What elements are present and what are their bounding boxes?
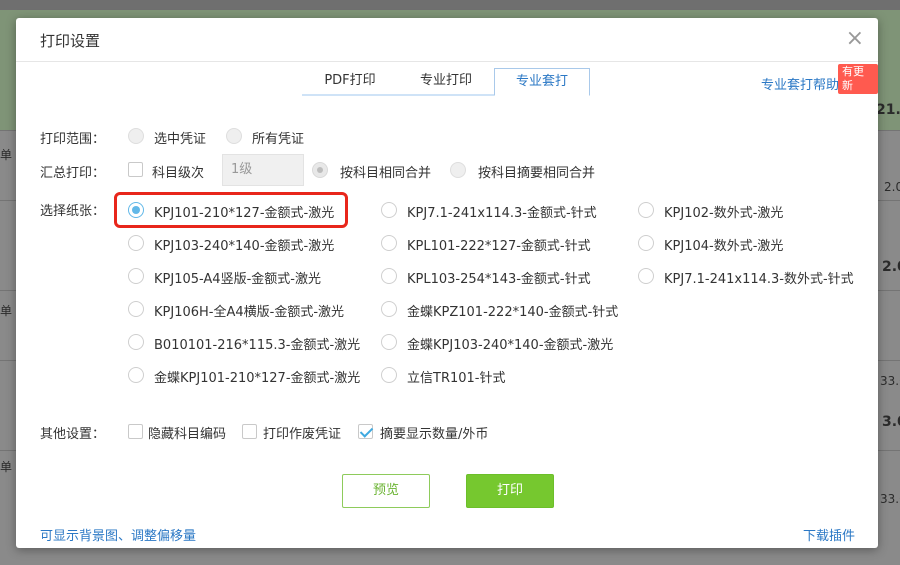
background-text: 3.0 [882, 414, 900, 430]
print-button[interactable]: 打印 [466, 474, 554, 508]
background-text: 单 [0, 148, 13, 162]
radio-selected-vouchers[interactable] [128, 128, 144, 144]
print-void-vouchers-checkbox[interactable] [242, 424, 257, 439]
radio-merge-by-subject[interactable] [312, 162, 328, 178]
paper-option-label: KPJ106H-全A4横版-金额式-激光 [154, 305, 345, 320]
download-plugin-link[interactable]: 下载插件 [803, 525, 855, 544]
paper-option-label: KPJ103-240*140-金额式-激光 [154, 239, 335, 254]
radio-label: 按科目摘要相同合并 [478, 166, 596, 181]
dialog-header: 打印设置 × [16, 18, 878, 62]
paper-option-label: 金蝶KPJ103-240*140-金额式-激光 [407, 338, 614, 353]
background-text: 2.0 [882, 259, 900, 275]
background-topbar [0, 0, 900, 10]
radio-paper-kpj7-1-numeric[interactable] [638, 268, 654, 284]
radio-paper-kpj7-1-dot[interactable] [381, 202, 397, 218]
radio-paper-lixin-tr101[interactable] [381, 367, 397, 383]
radio-all-vouchers[interactable] [226, 128, 242, 144]
tab-pro-print[interactable]: 专业打印 [398, 68, 494, 96]
background-text: 33.0 [880, 492, 900, 506]
tab-pdf-print[interactable]: PDF打印 [302, 68, 398, 96]
background-text: 21.0 [876, 102, 900, 118]
background-offset-link[interactable]: 可显示背景图、调整偏移量 [40, 525, 196, 544]
paper-option-label: KPJ102-数外式-激光 [664, 206, 784, 221]
dialog-title: 打印设置 [40, 32, 101, 50]
template-help-link[interactable]: 专业套打帮助 [761, 74, 839, 93]
radio-paper-kingdee-kpj103[interactable] [381, 334, 397, 350]
background-text: 单 [0, 304, 13, 318]
background-text: 33.0 [880, 374, 900, 388]
radio-paper-kpl103[interactable] [381, 268, 397, 284]
subject-level-select[interactable]: 1级 [222, 154, 304, 186]
paper-option-label: 金蝶KPZ101-222*140-金额式-针式 [407, 305, 619, 320]
radio-paper-kingdee-kpj101[interactable] [128, 367, 144, 383]
radio-label: 选中凭证 [154, 132, 207, 147]
paper-select-label: 选择纸张： [40, 204, 106, 219]
preview-button[interactable]: 预览 [342, 474, 430, 508]
paper-option-label: KPJ7.1-241x114.3-数外式-针式 [664, 272, 854, 287]
radio-merge-by-subject-summary[interactable] [450, 162, 466, 178]
radio-paper-kpj105[interactable] [128, 268, 144, 284]
paper-option-label: KPL101-222*127-金额式-针式 [407, 239, 591, 254]
checkbox-label: 科目级次 [152, 166, 205, 181]
radio-paper-kpj106h[interactable] [128, 301, 144, 317]
radio-paper-kpj101[interactable] [128, 202, 144, 218]
radio-paper-kpj104[interactable] [638, 235, 654, 251]
summary-show-quantity-checkbox[interactable] [358, 424, 373, 439]
radio-paper-b010101[interactable] [128, 334, 144, 350]
checkbox-label: 隐藏科目编码 [148, 427, 227, 442]
radio-paper-kpj103[interactable] [128, 235, 144, 251]
paper-option-label: KPL103-254*143-金额式-针式 [407, 272, 591, 287]
radio-label: 所有凭证 [252, 132, 305, 147]
paper-option-label: B010101-216*115.3-金额式-激光 [154, 338, 361, 353]
paper-option-label: 金蝶KPJ101-210*127-金额式-激光 [154, 371, 361, 386]
checkbox-label: 打印作废凭证 [263, 427, 342, 442]
print-settings-dialog: 打印设置 × PDF打印 专业打印 专业套打 专业套打帮助 有更新 打印范围： … [16, 18, 878, 548]
paper-option-label: KPJ105-A4竖版-金额式-激光 [154, 272, 321, 287]
hide-subject-code-checkbox[interactable] [128, 424, 143, 439]
tab-pro-template-print[interactable]: 专业套打 [494, 68, 590, 96]
close-icon[interactable]: × [846, 26, 864, 52]
other-settings-label: 其他设置： [40, 427, 106, 442]
paper-option-label: KPJ104-数外式-激光 [664, 239, 784, 254]
radio-paper-kingdee-kpz101[interactable] [381, 301, 397, 317]
background-text: 单 [0, 460, 13, 474]
update-badge: 有更新 [838, 64, 878, 94]
radio-paper-kpl101[interactable] [381, 235, 397, 251]
paper-option-label: KPJ101-210*127-金额式-激光 [154, 206, 335, 221]
subject-level-checkbox[interactable] [128, 162, 143, 177]
print-range-label: 打印范围： [40, 132, 106, 147]
background-text: 2.0 [884, 180, 900, 194]
paper-option-label: 立信TR101-针式 [407, 371, 506, 386]
paper-option-label: KPJ7.1-241x114.3-金额式-针式 [407, 206, 597, 221]
checkbox-label: 摘要显示数量/外币 [380, 427, 489, 442]
radio-paper-kpj102[interactable] [638, 202, 654, 218]
radio-label: 按科目相同合并 [340, 166, 432, 181]
summary-print-label: 汇总打印： [40, 166, 106, 181]
